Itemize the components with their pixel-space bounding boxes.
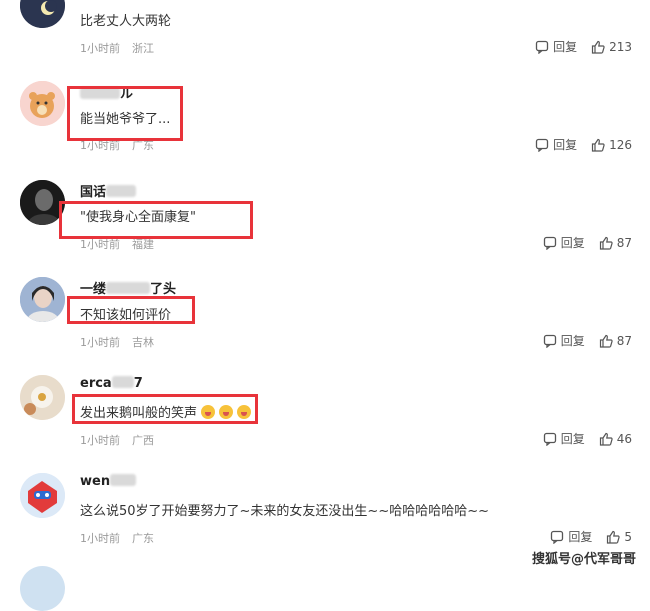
comment-bubble-icon [543, 236, 556, 250]
reply-button[interactable]: 回复 [543, 234, 585, 251]
reply-button[interactable]: 回复 [543, 430, 585, 447]
avatar[interactable] [20, 375, 65, 420]
highlight-box [72, 394, 258, 424]
comment-bubble-icon [543, 432, 556, 446]
name-text: 国话 [80, 185, 107, 200]
name-text: erca [80, 376, 112, 391]
comment-actions: 回复 87 [543, 234, 632, 251]
avatar[interactable] [20, 0, 65, 28]
avatar[interactable] [20, 81, 65, 126]
comment-time: 1小时前 [80, 434, 120, 447]
like-count: 213 [609, 39, 632, 54]
reply-label: 回复 [568, 530, 593, 544]
like-button[interactable]: 87 [599, 334, 632, 348]
comment-bubble-icon [543, 334, 556, 348]
blurred-name [111, 376, 134, 388]
avatar[interactable] [20, 473, 65, 518]
like-count: 126 [609, 137, 632, 152]
comment-bubble-icon [535, 138, 549, 152]
like-count: 87 [616, 235, 632, 250]
highlight-box [67, 296, 195, 324]
comment-actions: 回复 126 [535, 136, 632, 153]
commenter-name: 一缕 了头 [80, 278, 176, 297]
portrait-avatar-image [20, 277, 65, 322]
name-text: 一缕 [80, 282, 107, 297]
name-suffix: 7 [133, 376, 143, 391]
like-count: 5 [624, 529, 632, 544]
comment-actions: 回复 87 [543, 332, 632, 349]
comment-region: 广西 [132, 434, 154, 447]
flower-avatar-image [20, 375, 65, 420]
like-count: 46 [616, 431, 632, 446]
like-button[interactable]: 87 [599, 236, 632, 250]
comment-time: 1小时前 [80, 532, 120, 545]
commenter-name: 国话 [80, 181, 137, 200]
reply-label: 回复 [560, 334, 585, 348]
reply-button[interactable]: 回复 [535, 38, 577, 55]
thumbs-up-icon [607, 530, 621, 544]
highlight-box [67, 86, 183, 141]
comment-region: 广东 [132, 532, 154, 545]
comment-actions: 回复 213 [535, 38, 632, 55]
thumbs-up-icon [591, 40, 605, 54]
reply-button[interactable]: 回复 [535, 136, 577, 153]
commenter-name: erca 7 [80, 376, 143, 391]
comment-region: 吉林 [132, 336, 154, 349]
reply-label: 回复 [560, 236, 585, 250]
watermark: 搜狐号@代军哥哥 [531, 552, 636, 567]
like-button[interactable]: 126 [591, 138, 632, 152]
comment-meta: 1小时前 吉林 [80, 334, 154, 350]
thumbs-up-icon [599, 334, 613, 348]
like-button[interactable]: 5 [606, 530, 632, 544]
comment-region: 浙江 [132, 42, 154, 55]
comment-actions: 回复 46 [543, 430, 632, 447]
comment-actions: 回复 5 [550, 528, 632, 545]
name-suffix: 了头 [150, 282, 177, 297]
reply-label: 回复 [553, 40, 578, 54]
comment-meta: 1小时前 浙江 [80, 40, 154, 56]
cartoon-robot-avatar-image [20, 473, 65, 518]
comment-bubble-icon [535, 40, 549, 54]
highlight-box [59, 201, 253, 239]
reply-label: 回复 [553, 138, 578, 152]
comment-text: 这么说50岁了开始要努力了~未来的女友还没出生~~哈哈哈哈哈哈~~ [80, 504, 490, 519]
blurred-name [106, 282, 151, 294]
thumbs-up-icon [599, 432, 613, 446]
comment-region: 福建 [132, 238, 154, 251]
commenter-name: wen [80, 474, 137, 489]
avatar[interactable] [20, 277, 65, 322]
like-button[interactable]: 213 [591, 40, 632, 54]
moon-avatar-image [20, 0, 65, 28]
reply-button[interactable]: 回复 [543, 332, 585, 349]
comment-meta: 1小时前 广东 [80, 530, 154, 546]
reply-button[interactable]: 回复 [550, 528, 592, 545]
reply-label: 回复 [560, 432, 585, 446]
thumbs-up-icon [591, 138, 605, 152]
like-count: 87 [616, 333, 632, 348]
comment-meta: 1小时前 广西 [80, 432, 154, 448]
blurred-name [110, 474, 137, 486]
comment-bubble-icon [551, 530, 564, 544]
comment-time: 1小时前 [80, 42, 120, 55]
thumbs-up-icon [599, 236, 613, 250]
like-button[interactable]: 46 [599, 432, 632, 446]
name-text: wen [80, 474, 111, 489]
blurred-name [106, 185, 137, 197]
comment-time: 1小时前 [80, 238, 120, 251]
bear-avatar-image [20, 81, 65, 126]
comment-text: 比老丈人大两轮 [80, 14, 172, 29]
comment-time: 1小时前 [80, 336, 120, 349]
